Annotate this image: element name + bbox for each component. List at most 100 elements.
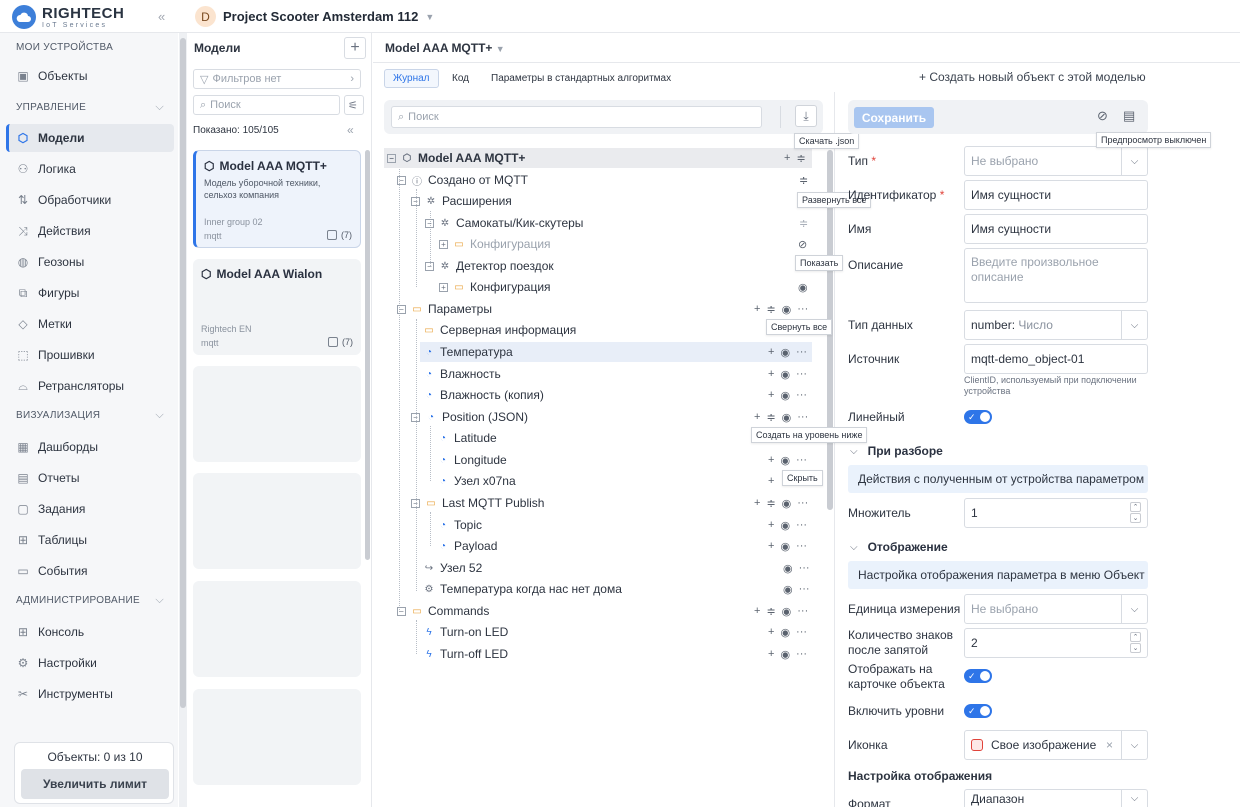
sidebar-item-tasks[interactable]: ▢ Задания (6, 495, 174, 523)
description-field[interactable]: Введите произвольное описание (964, 248, 1148, 303)
sidebar-item-events[interactable]: ▭ События (6, 557, 174, 585)
more-icon[interactable]: ··· (796, 368, 807, 380)
sort-settings-button[interactable]: ⚟ (344, 95, 364, 115)
eye-icon[interactable]: ◉ (783, 562, 793, 575)
add-icon[interactable]: + (754, 411, 760, 423)
collapse-list-icon[interactable]: « (347, 123, 354, 137)
source-field[interactable]: mqtt-demo_object-01 (964, 344, 1148, 374)
more-icon[interactable]: ··· (796, 540, 807, 552)
tree-node-humidity[interactable]: ◔ Влажность (423, 364, 501, 384)
eye-icon[interactable]: ◉ (782, 497, 792, 510)
tree-node-detector[interactable]: − ✲ Детектор поездок (425, 256, 554, 276)
add-icon[interactable]: + (768, 475, 774, 487)
eye-icon[interactable]: ◉ (783, 583, 793, 596)
tree-node-params[interactable]: − ▭ Параметры (397, 299, 492, 319)
sidebar-item-console[interactable]: ⊞ Консоль (6, 618, 174, 646)
create-object-button[interactable]: + Создать новый объект с этой моделью (919, 70, 1146, 84)
expand-icon[interactable]: ≑ (766, 605, 775, 618)
tree-node-temp-away[interactable]: ⚙ Температура когда нас нет дома (423, 579, 622, 599)
sidebar-item-settings[interactable]: ⚙ Настройки (6, 649, 174, 677)
tree-node-longitude[interactable]: ◔ Longitude (437, 450, 507, 470)
add-icon[interactable]: + (768, 519, 774, 531)
tree-node-last-mqtt[interactable]: − ▭ Last MQTT Publish (411, 493, 544, 513)
eye-icon[interactable]: ◉ (780, 540, 790, 553)
tree-node-humidity-copy[interactable]: ◔ Влажность (копия) (423, 385, 544, 405)
eye-icon[interactable]: ◉ (782, 411, 792, 424)
model-card[interactable]: ⬡ Model AAA Wialon Rightech EN mqtt (7) (193, 259, 361, 355)
add-icon[interactable]: + (768, 346, 774, 358)
sidebar-item-relays[interactable]: ⌓ Ретрансляторы (6, 372, 174, 400)
tab-std-params[interactable]: Параметры в стандартных алгоритмах (483, 69, 679, 88)
sidebar-item-figures[interactable]: ⧉ Фигуры (6, 279, 174, 307)
tree-node-topic[interactable]: ◔ Topic (437, 515, 482, 535)
name-field[interactable]: Имя сущности (964, 214, 1148, 244)
more-icon[interactable]: ··· (799, 562, 810, 574)
models-search-input[interactable]: ⌕ Поиск (193, 95, 340, 115)
collapse-sidebar-button[interactable]: « (158, 9, 165, 24)
format-select[interactable]: Диапазон ⌵ (964, 789, 1148, 807)
eye-icon[interactable]: ◉ (780, 648, 790, 661)
eye-icon[interactable]: ◉ (798, 281, 808, 294)
add-icon[interactable]: + (784, 152, 790, 164)
add-icon[interactable]: + (754, 497, 760, 509)
identifier-field[interactable]: Имя сущности (964, 180, 1148, 210)
more-icon[interactable]: ··· (796, 346, 807, 358)
more-icon[interactable]: ··· (797, 411, 808, 423)
increase-limit-button[interactable]: Увеличить лимит (21, 769, 169, 799)
unit-select[interactable]: Не выбрано ⌵ (964, 594, 1148, 624)
tree-node-root[interactable]: − ⬡ Model AAA MQTT+ (384, 148, 812, 168)
add-icon[interactable]: + (768, 368, 774, 380)
show-on-card-toggle[interactable]: ✓ (964, 669, 992, 683)
eye-icon[interactable]: ◉ (780, 368, 790, 381)
add-icon[interactable]: + (768, 454, 774, 466)
more-icon[interactable]: ··· (799, 583, 810, 595)
project-selector[interactable]: D Project Scooter Amsterdam 112 ▼ (195, 6, 434, 27)
tree-node-latitude[interactable]: ◔ Latitude (437, 428, 497, 448)
add-icon[interactable]: + (754, 303, 760, 315)
more-icon[interactable]: ··· (797, 497, 808, 509)
filter-field[interactable]: ▽ Фильтров нет › (193, 69, 361, 89)
collapse-all-icon[interactable]: ≑ (766, 303, 775, 316)
eye-icon[interactable]: ◉ (780, 454, 790, 467)
expand-all-icon[interactable]: ≑ (799, 174, 808, 187)
eye-icon[interactable]: ◉ (780, 519, 790, 532)
more-icon[interactable]: ··· (796, 454, 807, 466)
add-icon[interactable]: + (768, 626, 774, 638)
sidebar-scrollbar-thumb[interactable] (180, 38, 186, 708)
levels-toggle[interactable]: ✓ (964, 704, 992, 718)
expand-all-icon[interactable]: ≑ (799, 217, 808, 230)
eye-off-icon[interactable]: ⊘ (1097, 108, 1108, 124)
parse-section-header[interactable]: ⌵ При разборе (850, 444, 943, 458)
save-button[interactable]: Сохранить (854, 107, 934, 128)
add-icon[interactable]: + (768, 389, 774, 401)
more-icon[interactable]: ··· (796, 626, 807, 638)
multiplier-field[interactable]: 1 ⌃ ⌄ (964, 498, 1148, 528)
section-management[interactable]: УПРАВЛЕНИЕ ⌵ (16, 101, 172, 113)
icon-select[interactable]: Свое изображение × ⌵ (964, 730, 1148, 760)
model-card[interactable]: ⬡ Model AAA MQTT+ Модель уборочной техник… (193, 150, 361, 248)
tree-node-node52[interactable]: ↪ Узел 52 (423, 558, 482, 578)
eye-icon[interactable]: ◉ (780, 626, 790, 639)
sidebar-item-marks[interactable]: ◇ Метки (6, 310, 174, 338)
expand-icon[interactable]: ≑ (766, 497, 775, 510)
sidebar-item-firmware[interactable]: ⬚ Прошивки (6, 341, 174, 369)
sidebar-item-handlers[interactable]: ⇅ Обработчики (6, 186, 174, 214)
sidebar-item-logic[interactable]: ⚇ Логика (6, 155, 174, 183)
sidebar-item-tables[interactable]: ⊞ Таблицы (6, 526, 174, 554)
model-title[interactable]: Model AAA MQTT+ ▼ (385, 41, 505, 55)
more-icon[interactable]: ··· (797, 605, 808, 617)
tree-node-created[interactable]: − ⓘ Создано от MQTT (397, 170, 528, 190)
eye-off-icon[interactable]: ⊘ (798, 238, 807, 251)
decimals-field[interactable]: 2 ⌃ ⌄ (964, 628, 1148, 658)
add-icon[interactable]: + (768, 540, 774, 552)
tree-node-extensions[interactable]: − ✲ Расширения (411, 191, 512, 211)
sidebar-item-objects[interactable]: ▣ Объекты (6, 62, 174, 90)
tree-node-config-hidden[interactable]: + ▭ Конфигурация (439, 234, 551, 254)
data-type-select[interactable]: number: Число ⌵ (964, 310, 1148, 340)
display-section-header[interactable]: ⌵ Отображение (850, 540, 948, 554)
download-json-button[interactable]: ⤓ (795, 105, 817, 127)
sidebar-item-geozones[interactable]: ◍ Геозоны (6, 248, 174, 276)
eye-icon[interactable]: ◉ (782, 303, 792, 316)
tree-node-commands[interactable]: − ▭ Commands (397, 601, 489, 621)
more-icon[interactable]: ··· (796, 648, 807, 660)
